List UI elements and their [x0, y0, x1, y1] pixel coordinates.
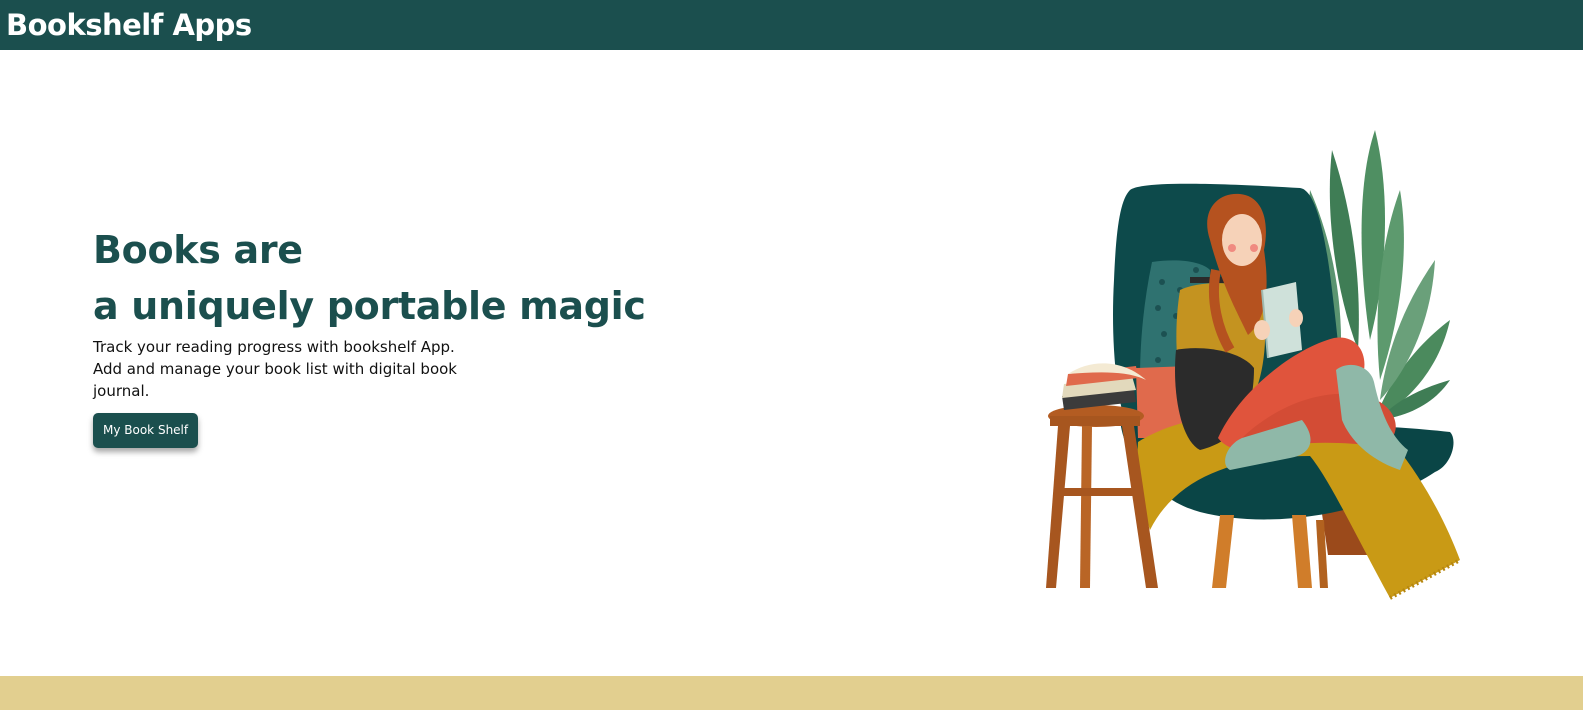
app-title: Bookshelf Apps: [6, 7, 252, 42]
app-footer: [0, 676, 1583, 710]
hero-text: Books are a uniquely portable magic Trac…: [93, 222, 653, 448]
hero-description: Track your reading progress with bookshe…: [93, 338, 457, 400]
my-book-shelf-button[interactable]: My Book Shelf: [93, 413, 199, 448]
reading-woman-illustration: [1046, 130, 1461, 600]
app-header: Bookshelf Apps: [0, 0, 1583, 50]
hero-headline: Books are a uniquely portable magic: [93, 222, 653, 334]
headline-line-2: a uniquely portable magic: [93, 284, 646, 328]
headline-line-1: Books are: [93, 228, 303, 272]
